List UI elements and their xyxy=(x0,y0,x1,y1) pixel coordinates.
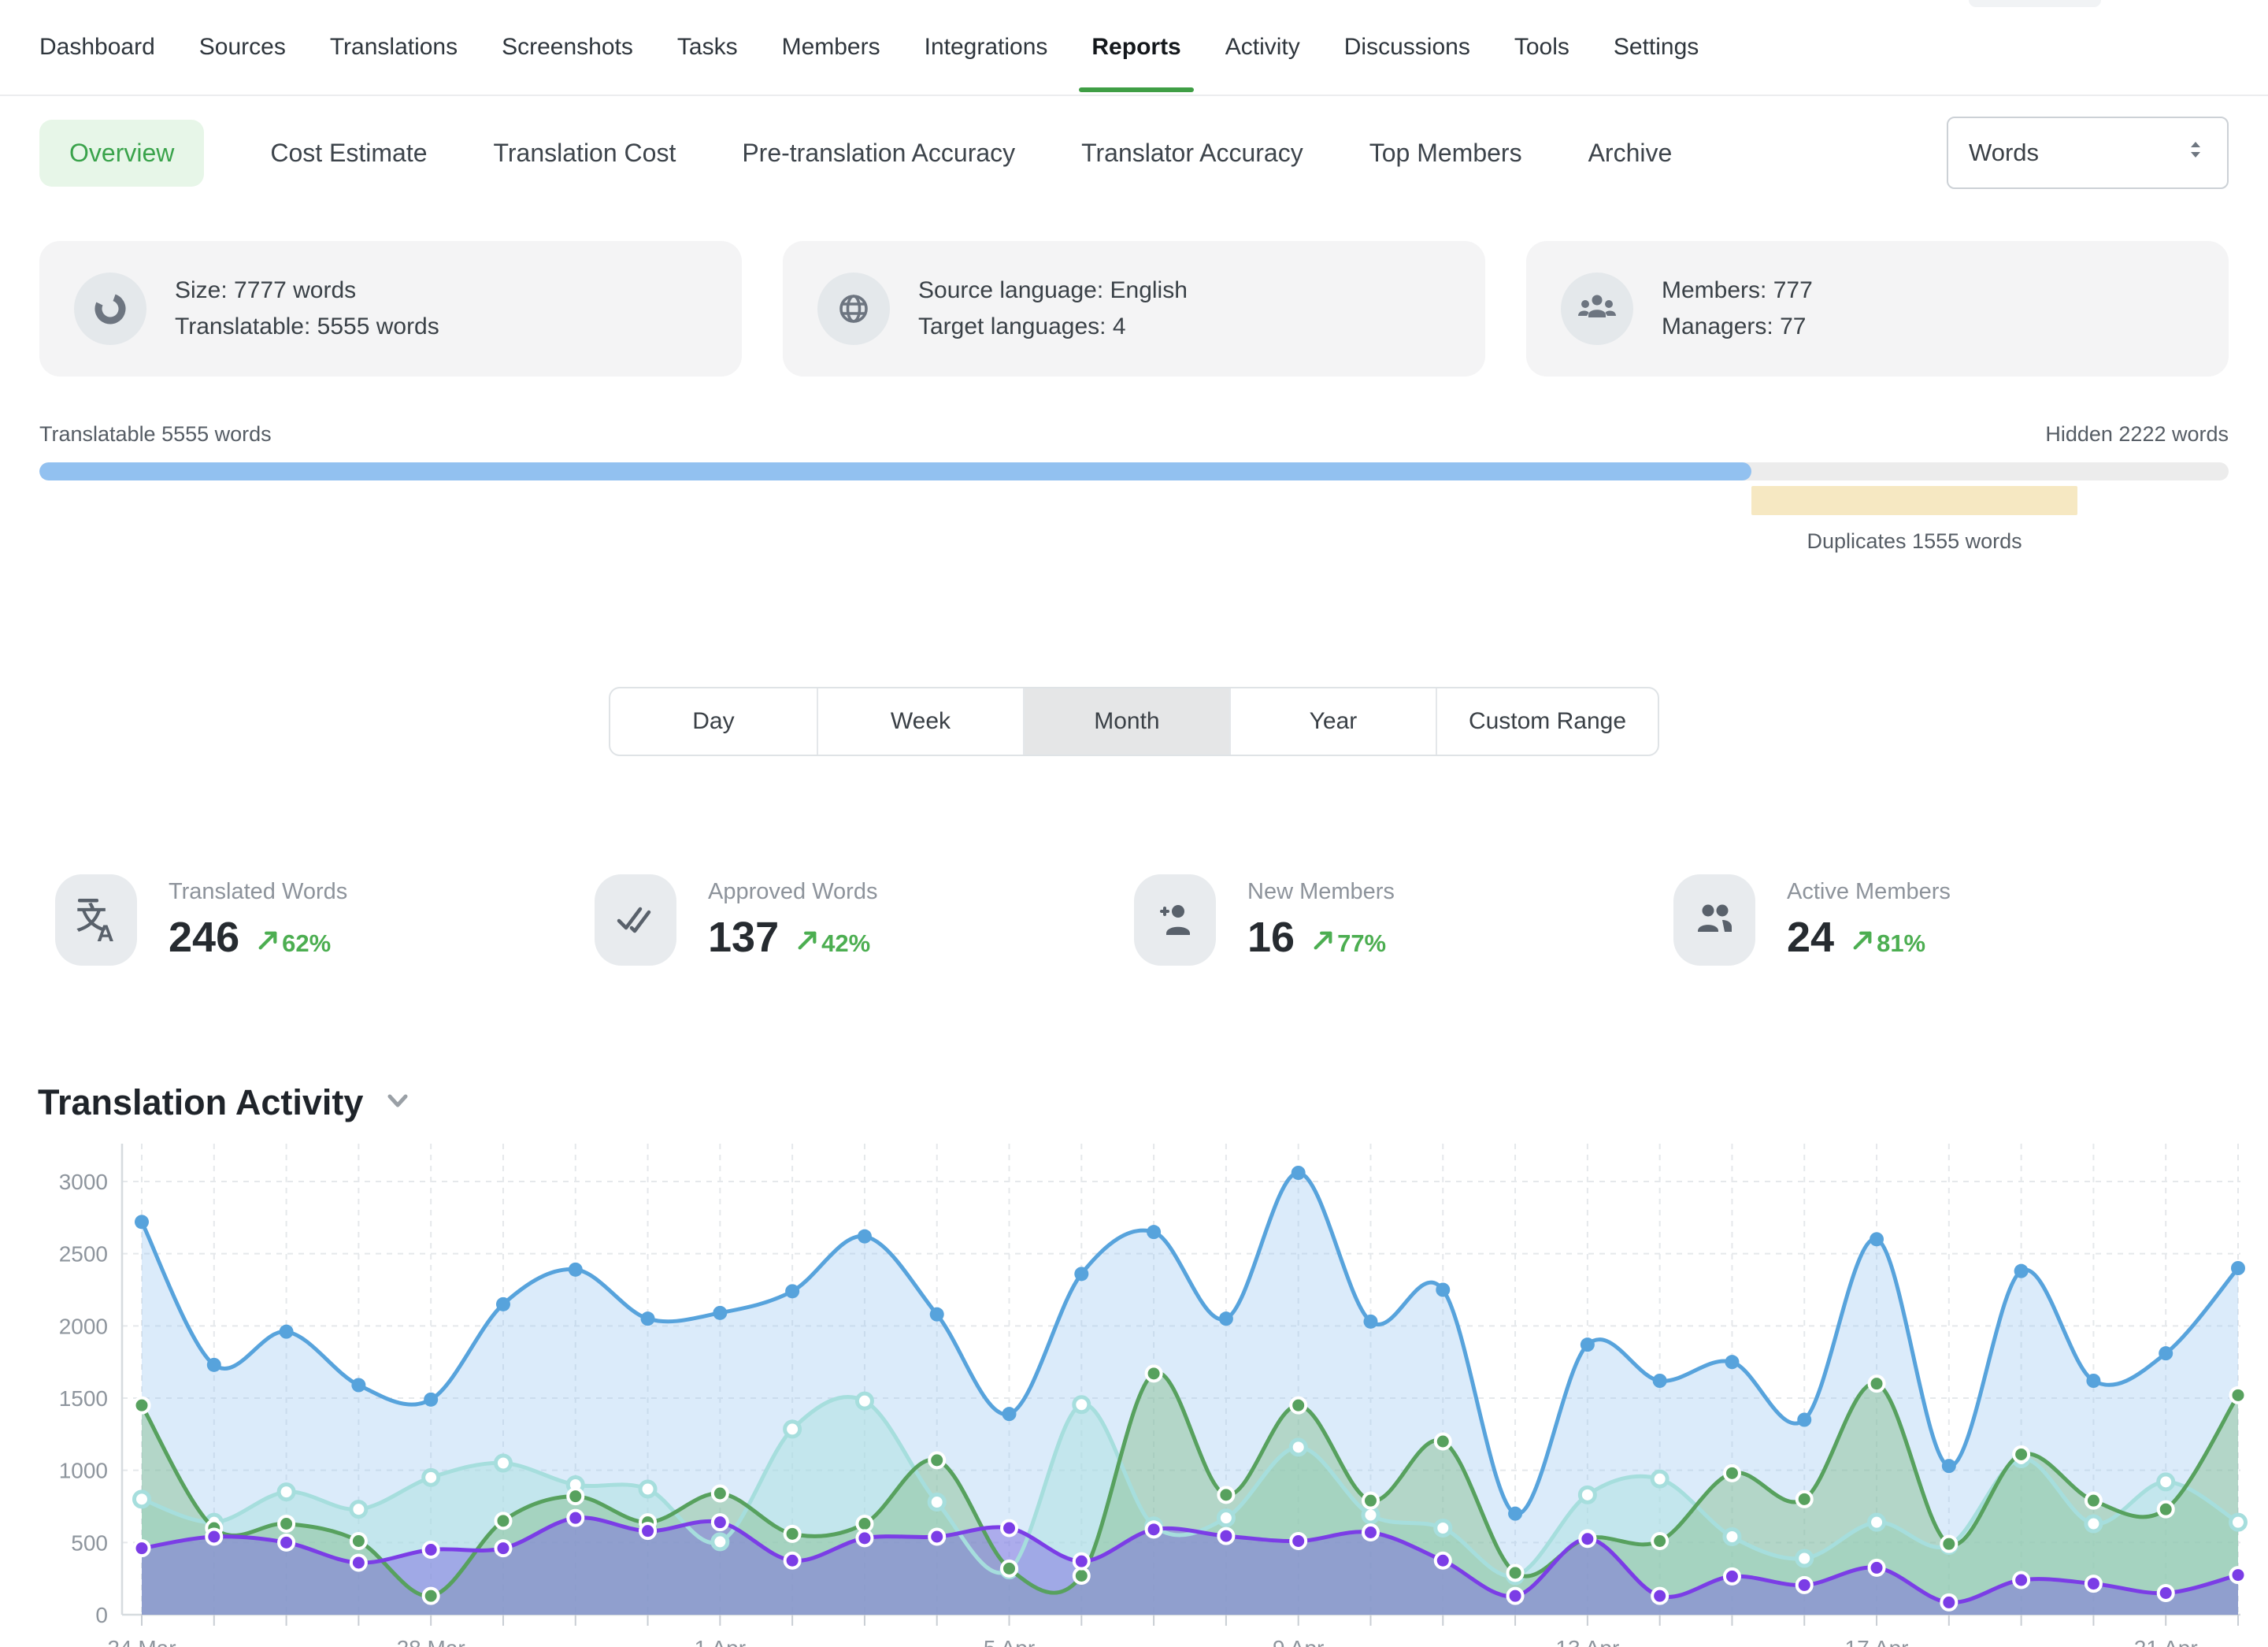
card-line: Target languages: 4 xyxy=(918,309,1188,345)
svg-text:21 Apr: 21 Apr xyxy=(2134,1636,2198,1647)
stat-value: 16 xyxy=(1247,913,1295,962)
stat-approved-words: Approved Words 137 42% xyxy=(595,874,1134,966)
svg-text:1 Apr: 1 Apr xyxy=(695,1636,746,1647)
svg-text:A: A xyxy=(97,921,114,944)
svg-text:28 Mar: 28 Mar xyxy=(397,1636,465,1647)
stat-label: Approved Words xyxy=(708,879,877,905)
section-title: Translation Activity xyxy=(38,1082,363,1123)
trend-up-icon xyxy=(1851,929,1873,958)
translation-activity-chart: 24 Mar 28 Mar 1 Apr 5 Apr 9 Apr 13 Apr 17 Apr 2… xyxy=(0,1136,2268,1647)
date-range-toggle: DayWeekMonthYearCustom Range xyxy=(609,687,1659,756)
card-line: Members: 777 xyxy=(1662,273,1813,309)
stat-value: 246 xyxy=(169,913,239,962)
nav-item-tools[interactable]: Tools xyxy=(1514,4,1569,91)
nav-item-dashboard[interactable]: Dashboard xyxy=(39,4,155,91)
nav-item-discussions[interactable]: Discussions xyxy=(1344,4,1470,91)
duplicates-bar-segment xyxy=(1751,486,2077,515)
top-right-cropped-element xyxy=(1969,0,2101,7)
stat-value: 137 xyxy=(708,913,779,962)
trend-up-icon xyxy=(257,929,279,958)
stat-delta: 42% xyxy=(796,929,870,958)
stat-value: 24 xyxy=(1787,913,1834,962)
nav-item-settings[interactable]: Settings xyxy=(1614,4,1699,91)
members-icon xyxy=(1561,273,1633,345)
double-check-icon xyxy=(595,874,676,966)
unit-select-value: Words xyxy=(1969,139,2039,167)
svg-text:13 Apr: 13 Apr xyxy=(1555,1636,1619,1647)
svg-text:1500: 1500 xyxy=(59,1386,108,1411)
range-tab-week[interactable]: Week xyxy=(817,688,1023,755)
translatable-bar-segment xyxy=(39,462,1751,480)
stat-label: Active Members xyxy=(1787,879,1951,905)
info-card-source-language: Source language: EnglishTarget languages… xyxy=(783,241,1485,377)
info-card-members: Members: 777Managers: 77 xyxy=(1526,241,2229,377)
subnav-tab-archive[interactable]: Archive xyxy=(1588,139,1673,168)
nav-item-translations[interactable]: Translations xyxy=(330,4,458,91)
nav-item-sources[interactable]: Sources xyxy=(199,4,286,91)
range-tab-year[interactable]: Year xyxy=(1229,688,1436,755)
active-members-icon xyxy=(1673,874,1755,966)
range-tab-day[interactable]: Day xyxy=(610,688,817,755)
hidden-label: Hidden 2222 words xyxy=(2045,422,2229,447)
range-tab-month[interactable]: Month xyxy=(1023,688,1229,755)
stat-delta: 81% xyxy=(1851,929,1925,958)
subnav-tab-pre-translation-accuracy[interactable]: Pre-translation Accuracy xyxy=(742,139,1015,168)
svg-text:3000: 3000 xyxy=(59,1170,108,1194)
subnav-tab-translator-accuracy[interactable]: Translator Accuracy xyxy=(1081,139,1303,168)
stat-new-members: New Members 16 77% xyxy=(1134,874,1673,966)
globe-icon xyxy=(817,273,890,345)
stat-translated-words: 文A Translated Words 246 62% xyxy=(55,874,595,966)
stat-active-members: Active Members 24 81% xyxy=(1673,874,2213,966)
words-breakdown: Translatable 5555 words Hidden 2222 word… xyxy=(39,422,2229,567)
translate-icon: 文A xyxy=(55,874,137,966)
card-line: Managers: 77 xyxy=(1662,309,1813,345)
subnav-tab-overview[interactable]: Overview xyxy=(39,120,204,187)
trend-up-icon xyxy=(796,929,818,958)
svg-text:17 Apr: 17 Apr xyxy=(1845,1636,1909,1647)
add-member-icon xyxy=(1134,874,1216,966)
card-line: Size: 7777 words xyxy=(175,273,439,309)
unit-select[interactable]: Words xyxy=(1947,117,2229,189)
stat-label: New Members xyxy=(1247,879,1395,905)
card-line: Translatable: 5555 words xyxy=(175,309,439,345)
top-navigation: Dashboard Sources Translations Screenshots T… xyxy=(0,0,2268,96)
svg-text:9 Apr: 9 Apr xyxy=(1273,1636,1324,1647)
nav-item-activity[interactable]: Activity xyxy=(1225,4,1300,91)
select-arrows-icon xyxy=(2185,139,2207,167)
chevron-down-icon[interactable] xyxy=(382,1091,413,1115)
nav-item-tasks[interactable]: Tasks xyxy=(677,4,738,91)
svg-text:5 Apr: 5 Apr xyxy=(984,1636,1035,1647)
stat-label: Translated Words xyxy=(169,879,347,905)
stat-delta: 62% xyxy=(257,929,331,958)
trend-up-icon xyxy=(1312,929,1334,958)
nav-item-members[interactable]: Members xyxy=(782,4,880,91)
nav-item-reports[interactable]: Reports xyxy=(1091,4,1180,91)
nav-item-screenshots[interactable]: Screenshots xyxy=(502,4,633,91)
subnav-tab-cost-estimate[interactable]: Cost Estimate xyxy=(270,139,427,168)
svg-text:0: 0 xyxy=(95,1603,108,1627)
translatable-label: Translatable 5555 words xyxy=(39,422,272,447)
svg-text:24 Mar: 24 Mar xyxy=(107,1636,176,1647)
nav-item-integrations[interactable]: Integrations xyxy=(925,4,1048,91)
subnav-tab-translation-cost[interactable]: Translation Cost xyxy=(494,139,676,168)
donut-chart-icon xyxy=(74,273,146,345)
range-tab-custom-range[interactable]: Custom Range xyxy=(1436,688,1658,755)
words-progress-bar xyxy=(39,462,2229,480)
svg-text:2500: 2500 xyxy=(59,1242,108,1267)
card-line: Source language: English xyxy=(918,273,1188,309)
svg-text:1000: 1000 xyxy=(59,1459,108,1483)
info-card-size: Size: 7777 wordsTranslatable: 5555 words xyxy=(39,241,742,377)
svg-text:2000: 2000 xyxy=(59,1314,108,1338)
stat-delta: 77% xyxy=(1312,929,1386,958)
reports-subnav: Overview Cost Estimate Translation Cost Pre… xyxy=(0,96,2268,189)
svg-text:500: 500 xyxy=(71,1530,108,1555)
subnav-tab-top-members[interactable]: Top Members xyxy=(1369,139,1522,168)
duplicates-label: Duplicates 1555 words xyxy=(1807,529,2022,554)
